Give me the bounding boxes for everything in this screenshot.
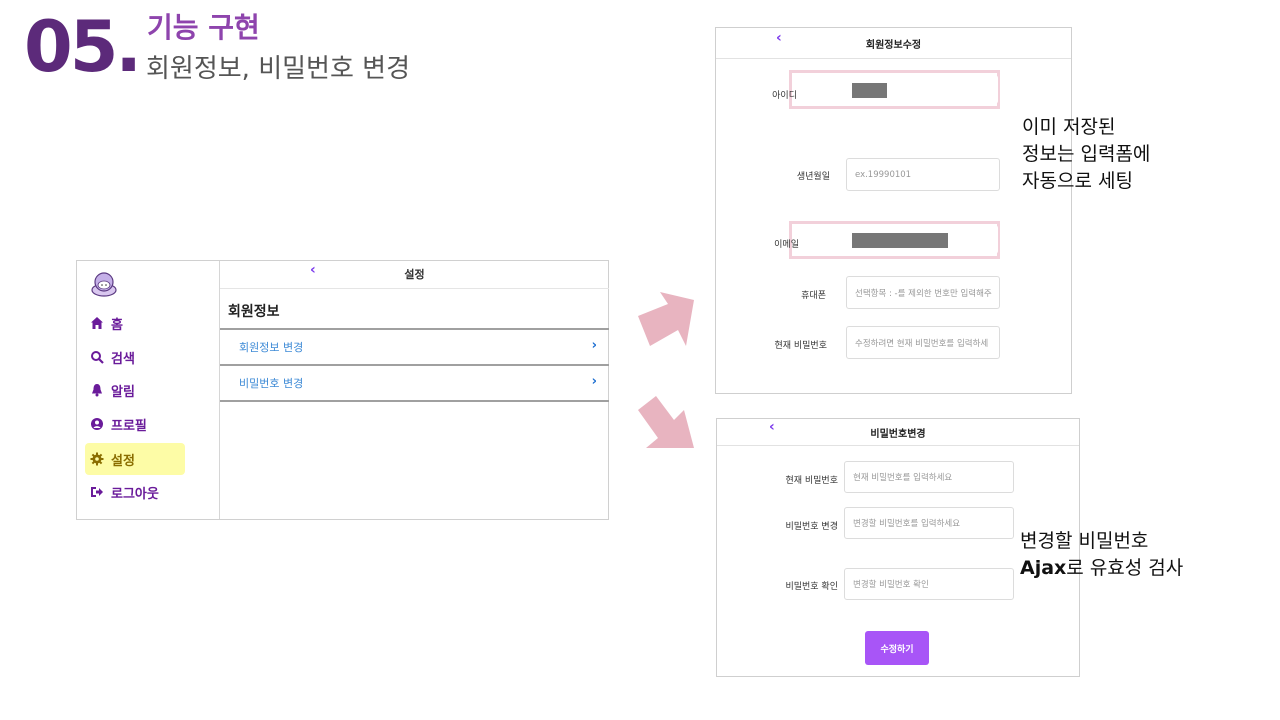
arrow-down-right-icon [638, 396, 694, 448]
search-icon [91, 351, 104, 364]
sidebar-item-label: 프로필 [111, 418, 147, 434]
current-password-label: 현재 비밀번호 [785, 476, 838, 486]
current-password-label: 현재 비밀번호 [774, 341, 827, 351]
sidebar-item-home[interactable]: 홈 [85, 307, 185, 339]
arrow-up-right-icon [638, 292, 694, 346]
sidebar-item-settings[interactable]: 설정 [85, 443, 185, 475]
sidebar-item-label: 설정 [111, 453, 135, 469]
email-field[interactable] [846, 225, 998, 254]
change-password-title: 비밀번호변경 [870, 429, 926, 440]
chevron-right-icon: › [591, 338, 597, 353]
edit-profile-screen: ‹ 회원정보수정 아이디 생년월일 ex.19990101 이메일 휴대폰 선택… [715, 27, 1072, 394]
birth-label: 생년월일 [796, 172, 830, 182]
confirm-password-field[interactable]: 변경할 비밀번호 확인 [844, 568, 1014, 600]
edit-profile-title: 회원정보수정 [865, 40, 922, 51]
note-line: 자동으로 세팅 [1022, 170, 1133, 192]
id-field[interactable] [846, 75, 998, 104]
edit-profile-header: ‹ 회원정보수정 [716, 28, 1071, 59]
email-label: 이메일 [774, 240, 799, 250]
note-text: 로 유효성 검사 [1066, 557, 1184, 579]
sidebar-item-logout[interactable]: 로그아웃 [85, 476, 185, 508]
settings-screen: 홈 검색 알림 프로필 설정 로그아웃 ‹ 설정 회원정보 회원정보 변경 › … [76, 260, 609, 520]
phone-placeholder: 선택항목 : -를 제외한 번호만 입력해주 [855, 288, 992, 299]
slide-number: 05. [24, 6, 142, 88]
phone-field[interactable]: 선택항목 : -를 제외한 번호만 입력해주 [846, 276, 1000, 309]
gear-icon [90, 452, 104, 466]
new-password-placeholder: 변경할 비밀번호를 입력하세요 [853, 519, 961, 529]
settings-main: ‹ 설정 회원정보 회원정보 변경 › 비밀번호 변경 › [220, 261, 609, 519]
settings-header: ‹ 설정 [220, 261, 609, 289]
change-password-header: ‹ 비밀번호변경 [717, 419, 1079, 446]
sidebar-item-label: 검색 [111, 351, 135, 367]
note-line: 변경할 비밀번호 [1020, 530, 1149, 552]
phone-label: 휴대폰 [801, 291, 826, 301]
sidebar: 홈 검색 알림 프로필 설정 로그아웃 [77, 261, 220, 519]
sidebar-item-profile[interactable]: 프로필 [85, 408, 185, 440]
settings-title: 설정 [404, 268, 425, 281]
sidebar-item-label: 알림 [111, 384, 135, 400]
birth-field[interactable]: ex.19990101 [846, 158, 1000, 191]
id-label: 아이디 [772, 91, 797, 101]
current-password-placeholder: 수정하려면 현재 비밀번호를 입력하세 [855, 338, 989, 349]
note-bold: Ajax [1020, 557, 1067, 579]
bell-icon [92, 384, 102, 397]
slide-title: 기능 구현 [147, 11, 260, 44]
section-title: 회원정보 [228, 304, 280, 320]
user-circle-icon [91, 418, 103, 430]
new-password-label: 비밀번호 변경 [785, 522, 838, 532]
note-line: 이미 저장된 [1022, 116, 1116, 138]
sidebar-item-label: 로그아웃 [111, 486, 159, 502]
sidebar-item-alerts[interactable]: 알림 [85, 374, 185, 406]
masked-value [852, 233, 948, 248]
ajax-note: 변경할 비밀번호 Ajax로 유효성 검사 [1020, 528, 1183, 582]
current-password-field[interactable]: 수정하려면 현재 비밀번호를 입력하세 [846, 326, 1000, 359]
masked-value [852, 83, 887, 98]
current-password-field[interactable]: 현재 비밀번호를 입력하세요 [844, 461, 1014, 493]
submit-button[interactable]: 수정하기 [865, 631, 929, 665]
logout-icon [91, 487, 103, 497]
home-icon [91, 317, 103, 329]
confirm-password-label: 비밀번호 확인 [785, 582, 838, 592]
menu-divider [220, 400, 609, 402]
slide-subtitle: 회원정보, 비밀번호 변경 [146, 54, 410, 84]
note-line: 정보는 입력폼에 [1022, 143, 1151, 165]
menu-item-label: 회원정보 변경 [239, 341, 304, 354]
menu-item-edit-profile[interactable]: 회원정보 변경 › [220, 328, 609, 364]
autofill-note: 이미 저장된 정보는 입력폼에 자동으로 세팅 [1022, 114, 1150, 195]
menu-item-label: 비밀번호 변경 [239, 377, 304, 390]
logo-icon[interactable] [91, 271, 117, 297]
sidebar-item-label: 홈 [111, 317, 123, 333]
chevron-right-icon: › [591, 374, 597, 389]
birth-placeholder: ex.19990101 [855, 169, 912, 180]
sidebar-item-search[interactable]: 검색 [85, 341, 185, 373]
current-password-placeholder: 현재 비밀번호를 입력하세요 [853, 473, 953, 483]
note-line: Ajax로 유효성 검사 [1020, 555, 1183, 582]
new-password-field[interactable]: 변경할 비밀번호를 입력하세요 [844, 507, 1014, 539]
confirm-password-placeholder: 변경할 비밀번호 확인 [853, 580, 929, 590]
menu-item-change-password[interactable]: 비밀번호 변경 › [220, 364, 609, 400]
